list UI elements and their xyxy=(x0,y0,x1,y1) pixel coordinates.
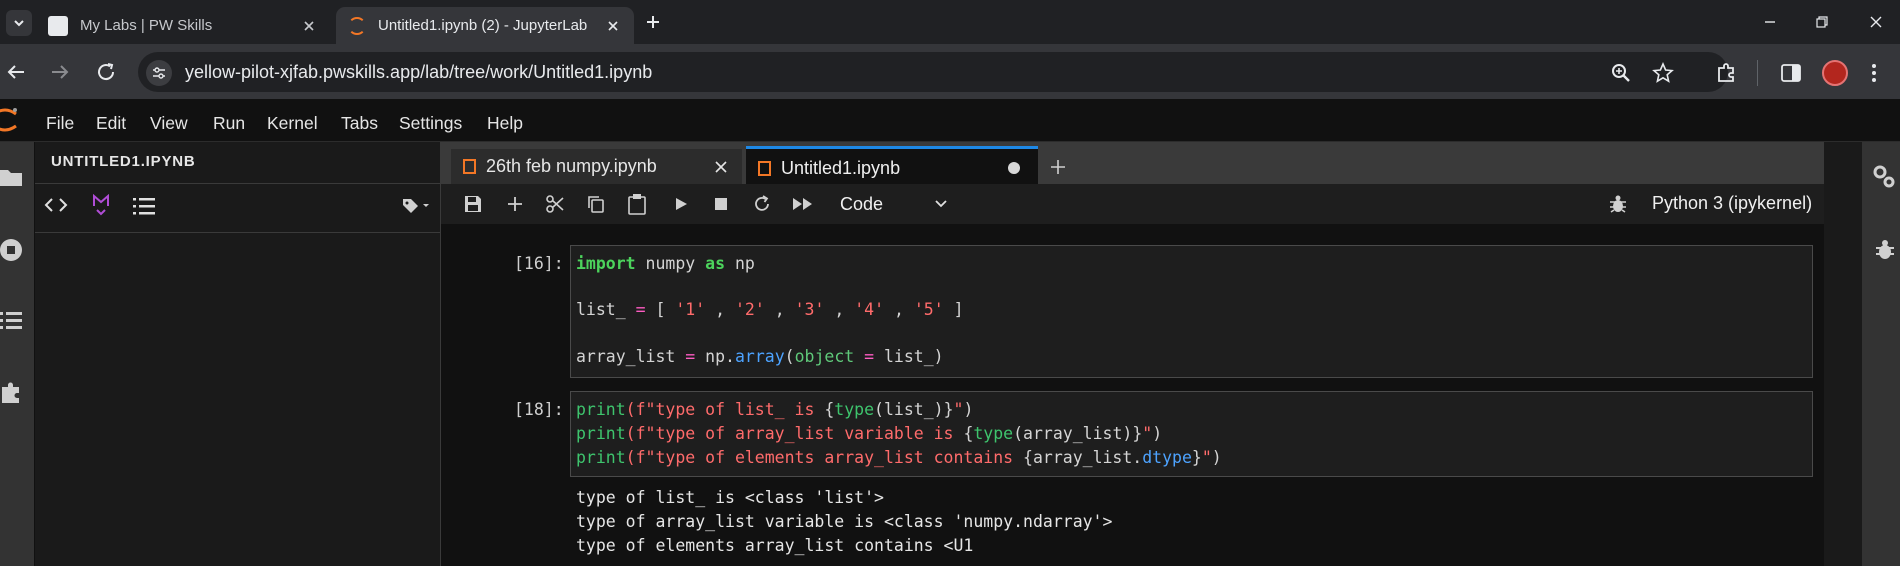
cell-type-select[interactable]: Code xyxy=(832,190,948,218)
running-sessions-icon[interactable] xyxy=(0,237,24,263)
code-toggle-icon[interactable] xyxy=(44,196,68,214)
code-line: import numpy as np xyxy=(576,254,755,273)
code-line: print(f"type of list_ is {type(list_)}") xyxy=(576,400,974,419)
cell-type-value: Code xyxy=(840,193,884,214)
forward-button[interactable] xyxy=(48,60,72,84)
output-line: type of list_ is <class 'list'> xyxy=(576,488,884,507)
toolbar-divider xyxy=(1757,60,1758,86)
close-tab-icon[interactable] xyxy=(602,15,624,37)
plus-icon xyxy=(1051,160,1065,174)
insert-cell-icon[interactable] xyxy=(505,194,525,214)
tab-title: My Labs | PW Skills xyxy=(80,17,213,34)
jupyter-logo-icon xyxy=(0,106,20,134)
cell-prompt: [16]: xyxy=(514,254,564,273)
jupyter-favicon-icon xyxy=(348,16,366,35)
extensions-icon[interactable] xyxy=(1714,61,1738,85)
stop-icon[interactable] xyxy=(713,196,729,212)
plus-icon xyxy=(647,16,659,28)
left-activity-bar xyxy=(0,142,34,566)
site-info-icon[interactable] xyxy=(146,60,172,86)
numbered-list-icon[interactable] xyxy=(133,196,155,216)
notebook-icon xyxy=(463,159,476,174)
close-tab-icon[interactable] xyxy=(714,160,728,174)
copy-icon[interactable] xyxy=(586,194,606,214)
profile-avatar[interactable] xyxy=(1822,60,1848,86)
left-panel-divider xyxy=(35,183,440,184)
browser-tab-jupyterlab[interactable]: Untitled1.ipynb (2) - JupyterLab xyxy=(336,7,634,44)
restore-button[interactable] xyxy=(1808,8,1836,36)
code-line: list_ = [ '1' , '2' , '3' , '4' , '5' ] xyxy=(576,300,964,319)
left-panel-title: UNTITLED1.IPYNB xyxy=(51,153,196,170)
close-window-button[interactable] xyxy=(1862,8,1890,36)
paste-icon[interactable] xyxy=(627,193,647,215)
code-line: print(f"type of elements array_list cont… xyxy=(576,448,1222,467)
close-tab-icon[interactable] xyxy=(298,15,320,37)
reload-icon xyxy=(98,63,115,81)
menu-file[interactable]: File xyxy=(46,113,74,134)
tab-search-button[interactable] xyxy=(6,10,32,36)
chevron-down-icon xyxy=(935,200,947,208)
cell-prompt: [18]: xyxy=(514,400,564,419)
zoom-icon[interactable] xyxy=(1610,62,1632,84)
tab-title: Untitled1.ipynb (2) - JupyterLab xyxy=(378,17,588,34)
menu-edit[interactable]: Edit xyxy=(96,113,126,134)
menu-settings[interactable]: Settings xyxy=(399,113,462,134)
menu-run[interactable]: Run xyxy=(213,113,245,134)
close-icon xyxy=(1870,16,1882,28)
notebook-tab-numpy[interactable]: 26th feb numpy.ipynb xyxy=(451,149,742,184)
pwskills-favicon-icon xyxy=(48,15,68,36)
menu-tabs[interactable]: Tabs xyxy=(341,113,378,134)
code-line: print(f"type of array_list variable is {… xyxy=(576,424,1163,443)
cut-icon[interactable] xyxy=(545,194,565,214)
back-button[interactable] xyxy=(4,60,28,84)
tag-filter-icon[interactable] xyxy=(402,198,432,214)
menu-view[interactable]: View xyxy=(150,113,188,134)
new-launcher-button[interactable] xyxy=(1042,151,1074,183)
kernel-name[interactable]: Python 3 (ipykernel) xyxy=(1652,193,1812,214)
output-line: type of elements array_list contains <U1 xyxy=(576,536,974,555)
left-panel-divider xyxy=(35,232,440,233)
save-icon[interactable] xyxy=(463,194,483,214)
chevron-down-icon xyxy=(14,20,24,27)
notebook-tab-title: 26th feb numpy.ipynb xyxy=(486,156,657,176)
table-of-contents-icon[interactable] xyxy=(0,310,24,330)
browser-tab-mylabs[interactable]: My Labs | PW Skills xyxy=(40,7,330,44)
restore-icon xyxy=(1816,16,1828,28)
run-icon[interactable] xyxy=(673,196,689,212)
debugger-icon[interactable] xyxy=(1874,238,1896,262)
new-tab-button[interactable] xyxy=(640,9,666,35)
reload-button[interactable] xyxy=(94,60,118,84)
notebook-tab-untitled1[interactable]: Untitled1.ipynb xyxy=(746,146,1038,187)
notebook-icon xyxy=(758,160,771,176)
code-line: array_list = np.array(object = list_) xyxy=(576,347,944,366)
restart-icon[interactable] xyxy=(752,194,772,214)
menu-help[interactable]: Help xyxy=(487,113,523,134)
url-text: yellow-pilot-xjfab.pwskills.app/lab/tree… xyxy=(185,62,653,82)
debugger-bug-icon[interactable] xyxy=(1608,194,1628,214)
notebook-tab-title: Untitled1.ipynb xyxy=(781,157,901,178)
side-panel-icon[interactable] xyxy=(1780,62,1802,84)
fast-forward-icon[interactable] xyxy=(792,196,814,212)
extensions-puzzle-icon[interactable] xyxy=(0,381,24,405)
browser-menu-icon[interactable] xyxy=(1870,62,1878,84)
folder-icon[interactable] xyxy=(0,166,24,188)
unsaved-dot-icon[interactable] xyxy=(1008,162,1020,174)
output-line: type of array_list variable is <class 'n… xyxy=(576,512,1113,531)
minimize-icon xyxy=(1765,21,1775,23)
markdown-toggle-icon[interactable] xyxy=(92,194,110,216)
property-inspector-icon[interactable] xyxy=(1872,164,1896,190)
menu-kernel[interactable]: Kernel xyxy=(267,113,318,134)
bookmark-star-icon[interactable] xyxy=(1652,62,1674,84)
right-activity-bar xyxy=(1862,142,1900,566)
right-gutter xyxy=(1824,142,1862,566)
arrow-left-icon xyxy=(7,65,24,79)
arrow-right-icon xyxy=(52,65,69,79)
minimize-button[interactable] xyxy=(1756,8,1784,36)
